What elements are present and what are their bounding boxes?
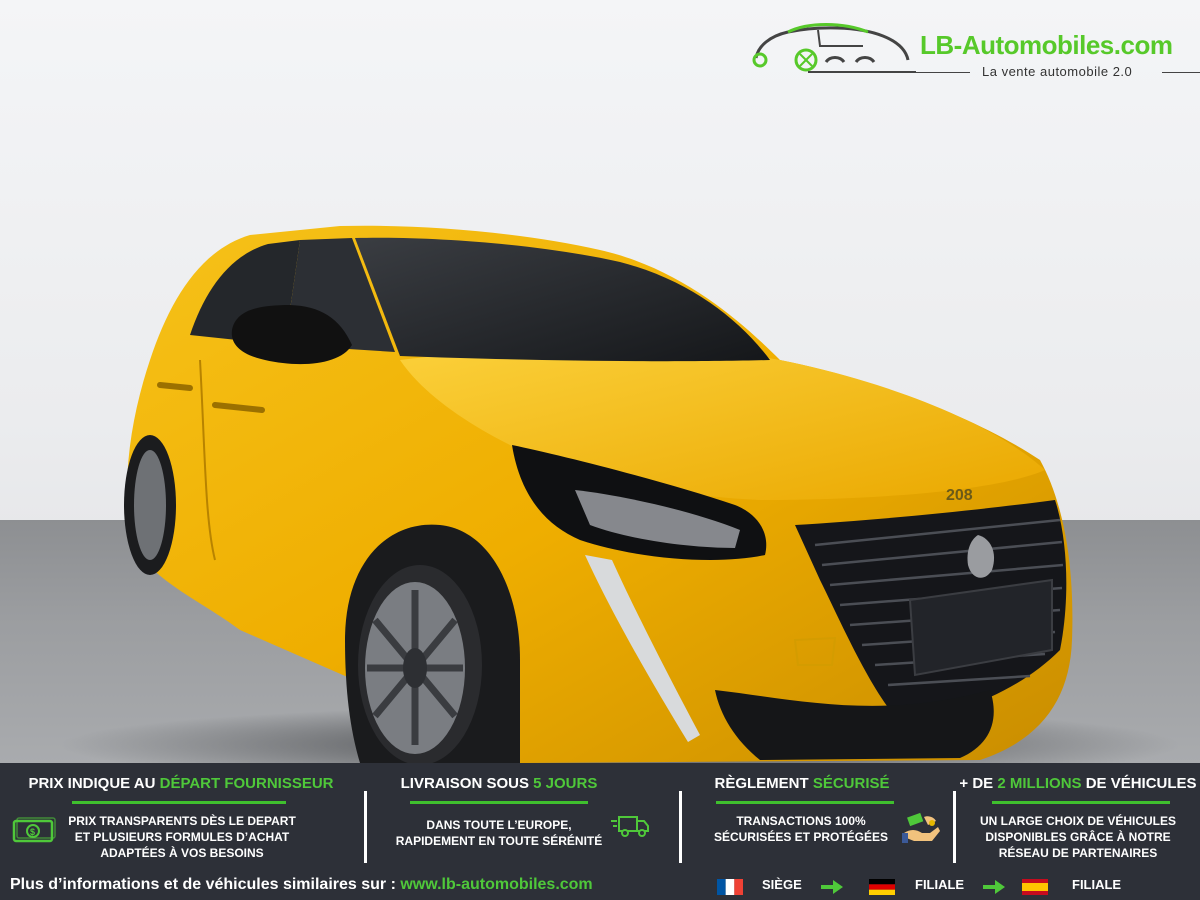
- france-flag-icon: [717, 879, 743, 895]
- location-label: FILIALE: [1072, 877, 1122, 892]
- feature-delivery: LIVRAISON SOUS 5 JOURS DANS TOUTE L’EURO…: [367, 763, 679, 867]
- logo-divider: [1162, 72, 1200, 73]
- arrow-right-icon: [983, 880, 1005, 894]
- logo-name: LB-Automobiles.com: [920, 30, 1173, 60]
- feature-payment: RÈGLEMENT SÉCURISÉ TRANSACTIONS 100% SÉC…: [682, 763, 952, 867]
- feature-underline: [992, 801, 1170, 804]
- car-image: 208: [60, 225, 1180, 763]
- arrow-right-icon: [821, 880, 843, 894]
- location-label: SIÈGE: [762, 877, 802, 892]
- feature-vehicles: + DE 2 MILLIONS DE VÉHICULES UN LARGE CH…: [956, 763, 1200, 867]
- model-badge: 208: [946, 487, 973, 504]
- svg-text:$: $: [30, 827, 35, 837]
- feature-title: + DE 2 MILLIONS DE VÉHICULES: [959, 775, 1197, 792]
- logo-slogan: La vente automobile 2.0: [982, 64, 1133, 79]
- feature-title: RÈGLEMENT SÉCURISÉ: [714, 775, 890, 792]
- info-banner: PRIX INDIQUE AU DÉPART FOURNISSEUR $ PRI…: [0, 763, 1200, 900]
- car-photo: 208 LB-Automobiles.com La vente automobi…: [0, 0, 1200, 763]
- feature-underline: [716, 801, 894, 804]
- delivery-truck-icon: [611, 816, 649, 837]
- payment-hands-icon: [902, 812, 940, 843]
- money-icon: $: [12, 817, 56, 843]
- more-info-text: Plus d’informations et de véhicules simi…: [10, 876, 593, 893]
- feature-title: LIVRAISON SOUS 5 JOURS: [400, 775, 598, 792]
- location-label: FILIALE: [915, 877, 965, 892]
- feature-underline: [410, 801, 588, 804]
- feature-price: PRIX INDIQUE AU DÉPART FOURNISSEUR $ PRI…: [0, 763, 362, 867]
- spain-flag-icon: [1022, 879, 1048, 895]
- feature-title: PRIX INDIQUE AU DÉPART FOURNISSEUR: [28, 775, 334, 792]
- website-link[interactable]: www.lb-automobiles.com: [400, 876, 592, 893]
- feature-underline: [72, 801, 286, 804]
- feature-description: PRIX TRANSPARENTS DÈS LE DEPART ET PLUSI…: [68, 814, 296, 860]
- feature-description: TRANSACTIONS 100% SÉCURISÉES ET PROTÉGÉE…: [713, 814, 889, 844]
- germany-flag-icon: [869, 879, 895, 895]
- logo-divider: [916, 72, 970, 73]
- banner-footer: Plus d’informations et de véhicules simi…: [0, 871, 1200, 900]
- feature-description: UN LARGE CHOIX DE VÉHICULES DISPONIBLES …: [979, 814, 1177, 860]
- feature-description: DANS TOUTE L’EUROPE, RAPIDEMENT EN TOUTE…: [395, 818, 603, 848]
- car-logo-icon: [752, 23, 916, 73]
- brand-logo[interactable]: LB-Automobiles.com La vente automobile 2…: [748, 18, 1200, 88]
